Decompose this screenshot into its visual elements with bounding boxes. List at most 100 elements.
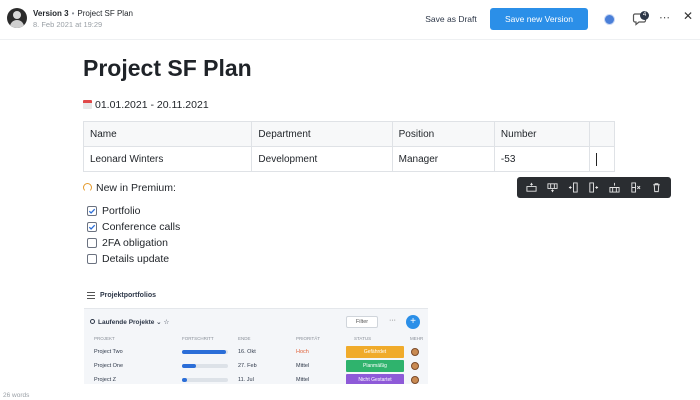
search-icon bbox=[90, 319, 95, 324]
embed-col-end: ENDE bbox=[238, 336, 251, 341]
cell-active[interactable] bbox=[588, 146, 616, 172]
document-title[interactable]: Project SF Plan bbox=[83, 55, 252, 82]
gauge-icon bbox=[83, 183, 92, 192]
cell-department[interactable]: Development bbox=[251, 146, 393, 172]
menu-icon bbox=[87, 292, 95, 299]
header-cell-position[interactable]: Position bbox=[391, 121, 495, 147]
comment-count-badge: 4 bbox=[640, 11, 649, 20]
checklist-item-label: Details update bbox=[102, 253, 170, 265]
premium-line[interactable]: New in Premium: bbox=[83, 182, 176, 194]
embed-body: Laufende Projekte ⌄ ☆ Filter ··· + PROJE… bbox=[84, 308, 428, 384]
embed-end-date: 27. Feb bbox=[238, 363, 257, 369]
delete-column-icon[interactable] bbox=[629, 181, 643, 195]
date-range-text: 01.01.2021 - 20.11.2021 bbox=[95, 99, 209, 111]
status-badge: Planmäßig bbox=[346, 360, 404, 372]
close-icon[interactable]: ✕ bbox=[683, 9, 693, 23]
cell-name[interactable]: Leonard Winters bbox=[82, 146, 253, 172]
embed-filter-button: Filter bbox=[346, 316, 378, 328]
user-avatar[interactable] bbox=[7, 8, 27, 28]
table-row: Project One 27. Feb Mittel Planmäßig bbox=[84, 359, 428, 373]
word-count: 26 words bbox=[3, 392, 30, 399]
embedded-screenshot[interactable]: Projektportfolios Laufende Projekte ⌄ ☆ … bbox=[84, 286, 428, 384]
premium-label: New in Premium: bbox=[96, 182, 176, 194]
embed-project: Project Two bbox=[94, 349, 123, 355]
embed-more-icon: ··· bbox=[389, 317, 396, 324]
embed-priority: Mittel bbox=[296, 363, 310, 369]
embed-priority: Mittel bbox=[296, 377, 310, 383]
progress-fill bbox=[182, 378, 187, 382]
date-range-line[interactable]: 01.01.2021 - 20.11.2021 bbox=[83, 99, 209, 111]
calendar-icon bbox=[83, 100, 92, 109]
header-cell-name[interactable]: Name bbox=[82, 121, 253, 147]
embed-priority: Hoch bbox=[296, 349, 309, 355]
embed-add-icon: + bbox=[406, 315, 420, 329]
insert-row-above-icon[interactable] bbox=[524, 181, 538, 195]
checkbox-checked[interactable] bbox=[87, 222, 97, 232]
embed-column-headers: PROJEKT FORTSCHRITT ENDE PRIORITÄT STATU… bbox=[84, 336, 428, 344]
header-cell-empty[interactable] bbox=[588, 121, 616, 147]
editor-header: Version 3 • Project SF Plan 8. Feb 2021 at… bbox=[0, 0, 700, 40]
embed-project: Project Z bbox=[94, 377, 117, 383]
embed-col-more: MEHR bbox=[410, 336, 424, 341]
delete-row-icon[interactable] bbox=[608, 181, 622, 195]
version-line: Version 3 • Project SF Plan bbox=[33, 9, 133, 18]
checkbox-checked[interactable] bbox=[87, 206, 97, 216]
list-item: Portfolio bbox=[87, 203, 180, 219]
table-header-row: Name Department Position Number bbox=[82, 121, 616, 147]
star-icon: ☆ bbox=[163, 319, 170, 326]
insert-column-right-icon[interactable] bbox=[587, 181, 601, 195]
checkbox-unchecked[interactable] bbox=[87, 254, 97, 264]
progress-bar bbox=[182, 364, 228, 368]
checklist: Portfolio Conference calls 2FA obligatio… bbox=[87, 203, 180, 267]
embed-title: Projektportfolios bbox=[100, 292, 157, 299]
text-caret bbox=[595, 153, 597, 166]
embed-view-selector: Laufende Projekte ⌄ ☆ bbox=[90, 318, 169, 326]
comments-button[interactable]: 4 bbox=[632, 10, 649, 26]
table-row: Project Two 16. Okt Hoch Gefährdet bbox=[84, 345, 428, 359]
embed-col-project: PROJEKT bbox=[94, 336, 115, 341]
save-as-draft-button[interactable]: Save as Draft bbox=[419, 9, 483, 29]
progress-bar bbox=[182, 378, 228, 382]
embed-header: Projektportfolios bbox=[84, 286, 428, 308]
version-label[interactable]: Version 3 bbox=[33, 9, 69, 18]
embed-project: Project One bbox=[94, 363, 124, 369]
progress-fill bbox=[182, 350, 226, 354]
embed-col-priority: PRIORITÄT bbox=[296, 336, 321, 341]
more-options-icon[interactable]: ⋯ bbox=[659, 11, 671, 25]
embed-view-label: Laufende Projekte bbox=[98, 319, 155, 326]
avatar bbox=[411, 376, 419, 384]
cell-position[interactable]: Manager bbox=[391, 146, 495, 172]
embed-col-progress: FORTSCHRITT bbox=[182, 336, 214, 341]
checklist-item-label: Conference calls bbox=[102, 221, 181, 233]
cell-number[interactable]: -53 bbox=[493, 146, 590, 172]
list-item: 2FA obligation bbox=[87, 235, 180, 251]
embed-end-date: 11. Jul bbox=[238, 377, 254, 383]
table-row: Leonard Winters Development Manager -53 bbox=[82, 146, 616, 172]
checkbox-unchecked[interactable] bbox=[87, 238, 97, 248]
insert-row-below-icon[interactable] bbox=[545, 181, 559, 195]
progress-fill bbox=[182, 364, 196, 368]
save-new-version-button[interactable]: Save new Version bbox=[490, 8, 588, 30]
progress-bar bbox=[182, 350, 228, 354]
table-row: Project Z 11. Jul Mittel Nicht Gestartet bbox=[84, 373, 428, 384]
trash-icon[interactable] bbox=[649, 181, 663, 195]
chevron-down-icon: ⌄ bbox=[156, 319, 162, 326]
version-separator: • bbox=[71, 9, 75, 18]
checklist-item-label: Portfolio bbox=[102, 205, 141, 217]
version-date: 8. Feb 2021 at 19:29 bbox=[33, 20, 103, 29]
insert-column-left-icon[interactable] bbox=[566, 181, 580, 195]
status-badge: Nicht Gestartet bbox=[346, 374, 404, 384]
list-item: Details update bbox=[87, 251, 180, 267]
document-name: Project SF Plan bbox=[77, 9, 133, 18]
data-table: Name Department Position Number Leonard … bbox=[82, 121, 616, 172]
header-cell-number[interactable]: Number bbox=[493, 121, 590, 147]
status-badge: Gefährdet bbox=[346, 346, 404, 358]
checklist-item-label: 2FA obligation bbox=[102, 237, 168, 249]
embed-end-date: 16. Okt bbox=[238, 349, 256, 355]
presence-indicator[interactable] bbox=[604, 14, 615, 25]
header-cell-department[interactable]: Department bbox=[251, 121, 393, 147]
avatar bbox=[411, 348, 419, 356]
table-toolbar bbox=[517, 177, 671, 198]
list-item: Conference calls bbox=[87, 219, 180, 235]
embed-col-status: STATUS bbox=[354, 336, 372, 341]
